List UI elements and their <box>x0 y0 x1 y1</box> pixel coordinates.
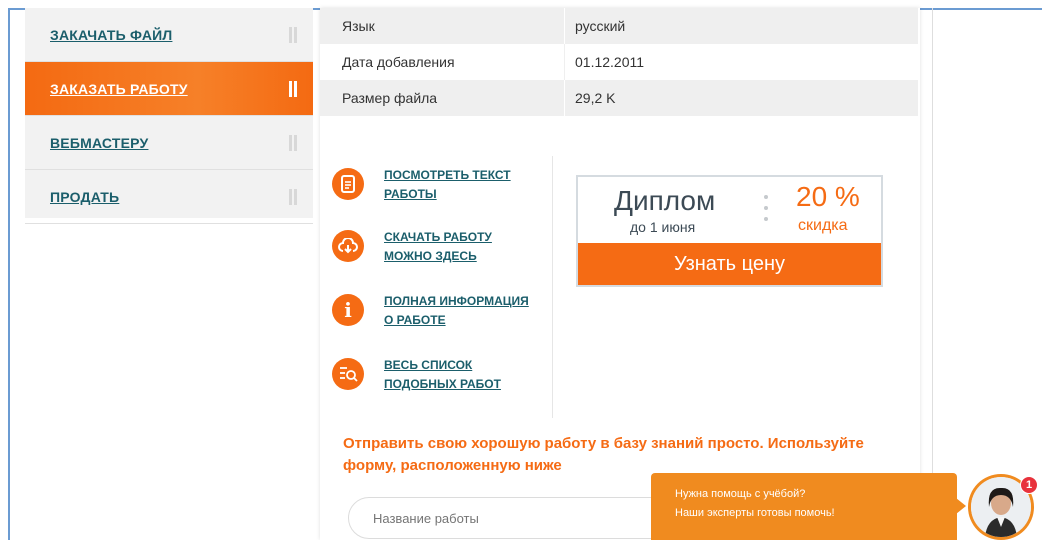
nav-item-label[interactable]: ПРОДАТЬ <box>50 189 119 205</box>
grip-icon <box>289 26 297 43</box>
link-label[interactable]: ПОСМОТРЕТЬ ТЕКСТ РАБОТЫ <box>384 166 534 204</box>
info-value: 01.12.2011 <box>575 54 645 70</box>
help-line1: Нужна помощь с учёбой? <box>675 488 806 500</box>
banner-discount: скидка <box>798 217 848 234</box>
nav-item-label[interactable]: ЗАКАЗАТЬ РАБОТУ <box>50 81 188 97</box>
info-key: Размер файла <box>342 90 438 106</box>
banner-title: Диплом <box>614 185 716 216</box>
divider <box>564 8 565 44</box>
document-icon[interactable] <box>332 168 364 200</box>
link-label[interactable]: ВЕСЬ СПИСОК ПОДОБНЫХ РАБОТ <box>384 356 534 394</box>
promo-banner[interactable]: Диплом до 1 июня 20 % скидка Узнать цену <box>576 175 883 287</box>
file-info-table: Язык русский Дата добавления 01.12.2011 … <box>320 8 918 116</box>
banner-subtitle: до 1 июня <box>630 219 696 235</box>
info-icon[interactable]: i <box>332 294 364 326</box>
nav-item-label[interactable]: ВЕБМАСТЕРУ <box>50 135 148 151</box>
promo-text: Отправить свою хорошую работу в базу зна… <box>343 435 864 474</box>
grip-icon <box>289 80 297 97</box>
help-line2: Наши эксперты готовы помочь! <box>675 507 835 519</box>
nav-item-order-work[interactable]: ЗАКАЗАТЬ РАБОТУ <box>25 62 313 116</box>
main-panel: Язык русский Дата добавления 01.12.2011 … <box>320 8 920 540</box>
bubble-tail <box>956 498 966 514</box>
link-label[interactable]: ПОЛНАЯ ИНФОРМАЦИЯ О РАБОТЕ <box>384 292 534 330</box>
banner-percent: 20 % <box>796 181 860 212</box>
info-value: русский <box>575 18 626 34</box>
cloud-download-icon[interactable] <box>332 230 364 262</box>
divider <box>564 80 565 116</box>
notification-badge: 1 <box>1020 476 1038 494</box>
grip-icon <box>289 188 297 205</box>
grip-icon <box>289 134 297 151</box>
nav-item-upload-file[interactable]: ЗАКАЧАТЬ ФАЙЛ <box>25 8 313 62</box>
info-key: Язык <box>342 18 375 34</box>
list-search-icon[interactable] <box>332 358 364 390</box>
get-price-button[interactable]: Узнать цену <box>578 243 881 285</box>
help-chat-bubble[interactable]: Нужна помощь с учёбой? Наши эксперты гот… <box>651 473 957 540</box>
info-key: Дата добавления <box>342 54 455 70</box>
sidebar-nav: ЗАКАЧАТЬ ФАЙЛ ЗАКАЗАТЬ РАБОТУ ВЕБМАСТЕРУ… <box>25 8 313 224</box>
info-value: 29,2 K <box>575 90 616 106</box>
nav-item-webmaster[interactable]: ВЕБМАСТЕРУ <box>25 116 313 170</box>
info-row-language: Язык русский <box>320 8 918 44</box>
info-row-date: Дата добавления 01.12.2011 <box>320 44 918 80</box>
dots-separator <box>764 195 768 229</box>
nav-item-sell[interactable]: ПРОДАТЬ <box>25 170 313 224</box>
info-row-size: Размер файла 29,2 K <box>320 80 918 116</box>
nav-item-label[interactable]: ЗАКАЧАТЬ ФАЙЛ <box>50 27 172 43</box>
divider <box>564 44 565 80</box>
divider <box>932 8 933 540</box>
link-label[interactable]: СКАЧАТЬ РАБОТУ МОЖНО ЗДЕСЬ <box>384 228 534 266</box>
divider <box>552 156 553 418</box>
